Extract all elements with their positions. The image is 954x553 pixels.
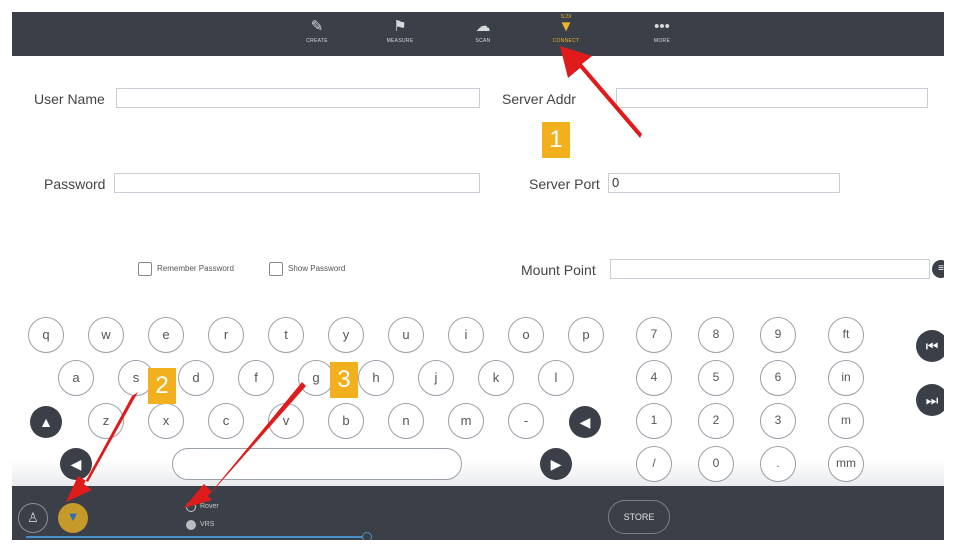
annotation-badge-2: 2: [148, 368, 176, 404]
arrow-3: [184, 382, 306, 508]
app-window: ✎ CREATE ⚑ MEASURE ☁ SCAN S:2X ▼ CONNECT…: [12, 12, 944, 540]
arrow-1: [560, 46, 642, 138]
arrow-2: [66, 392, 138, 502]
annotation-badge-3: 3: [330, 362, 358, 398]
annotation-badge-1: 1: [542, 122, 570, 158]
annotation-arrows: [66, 46, 642, 508]
